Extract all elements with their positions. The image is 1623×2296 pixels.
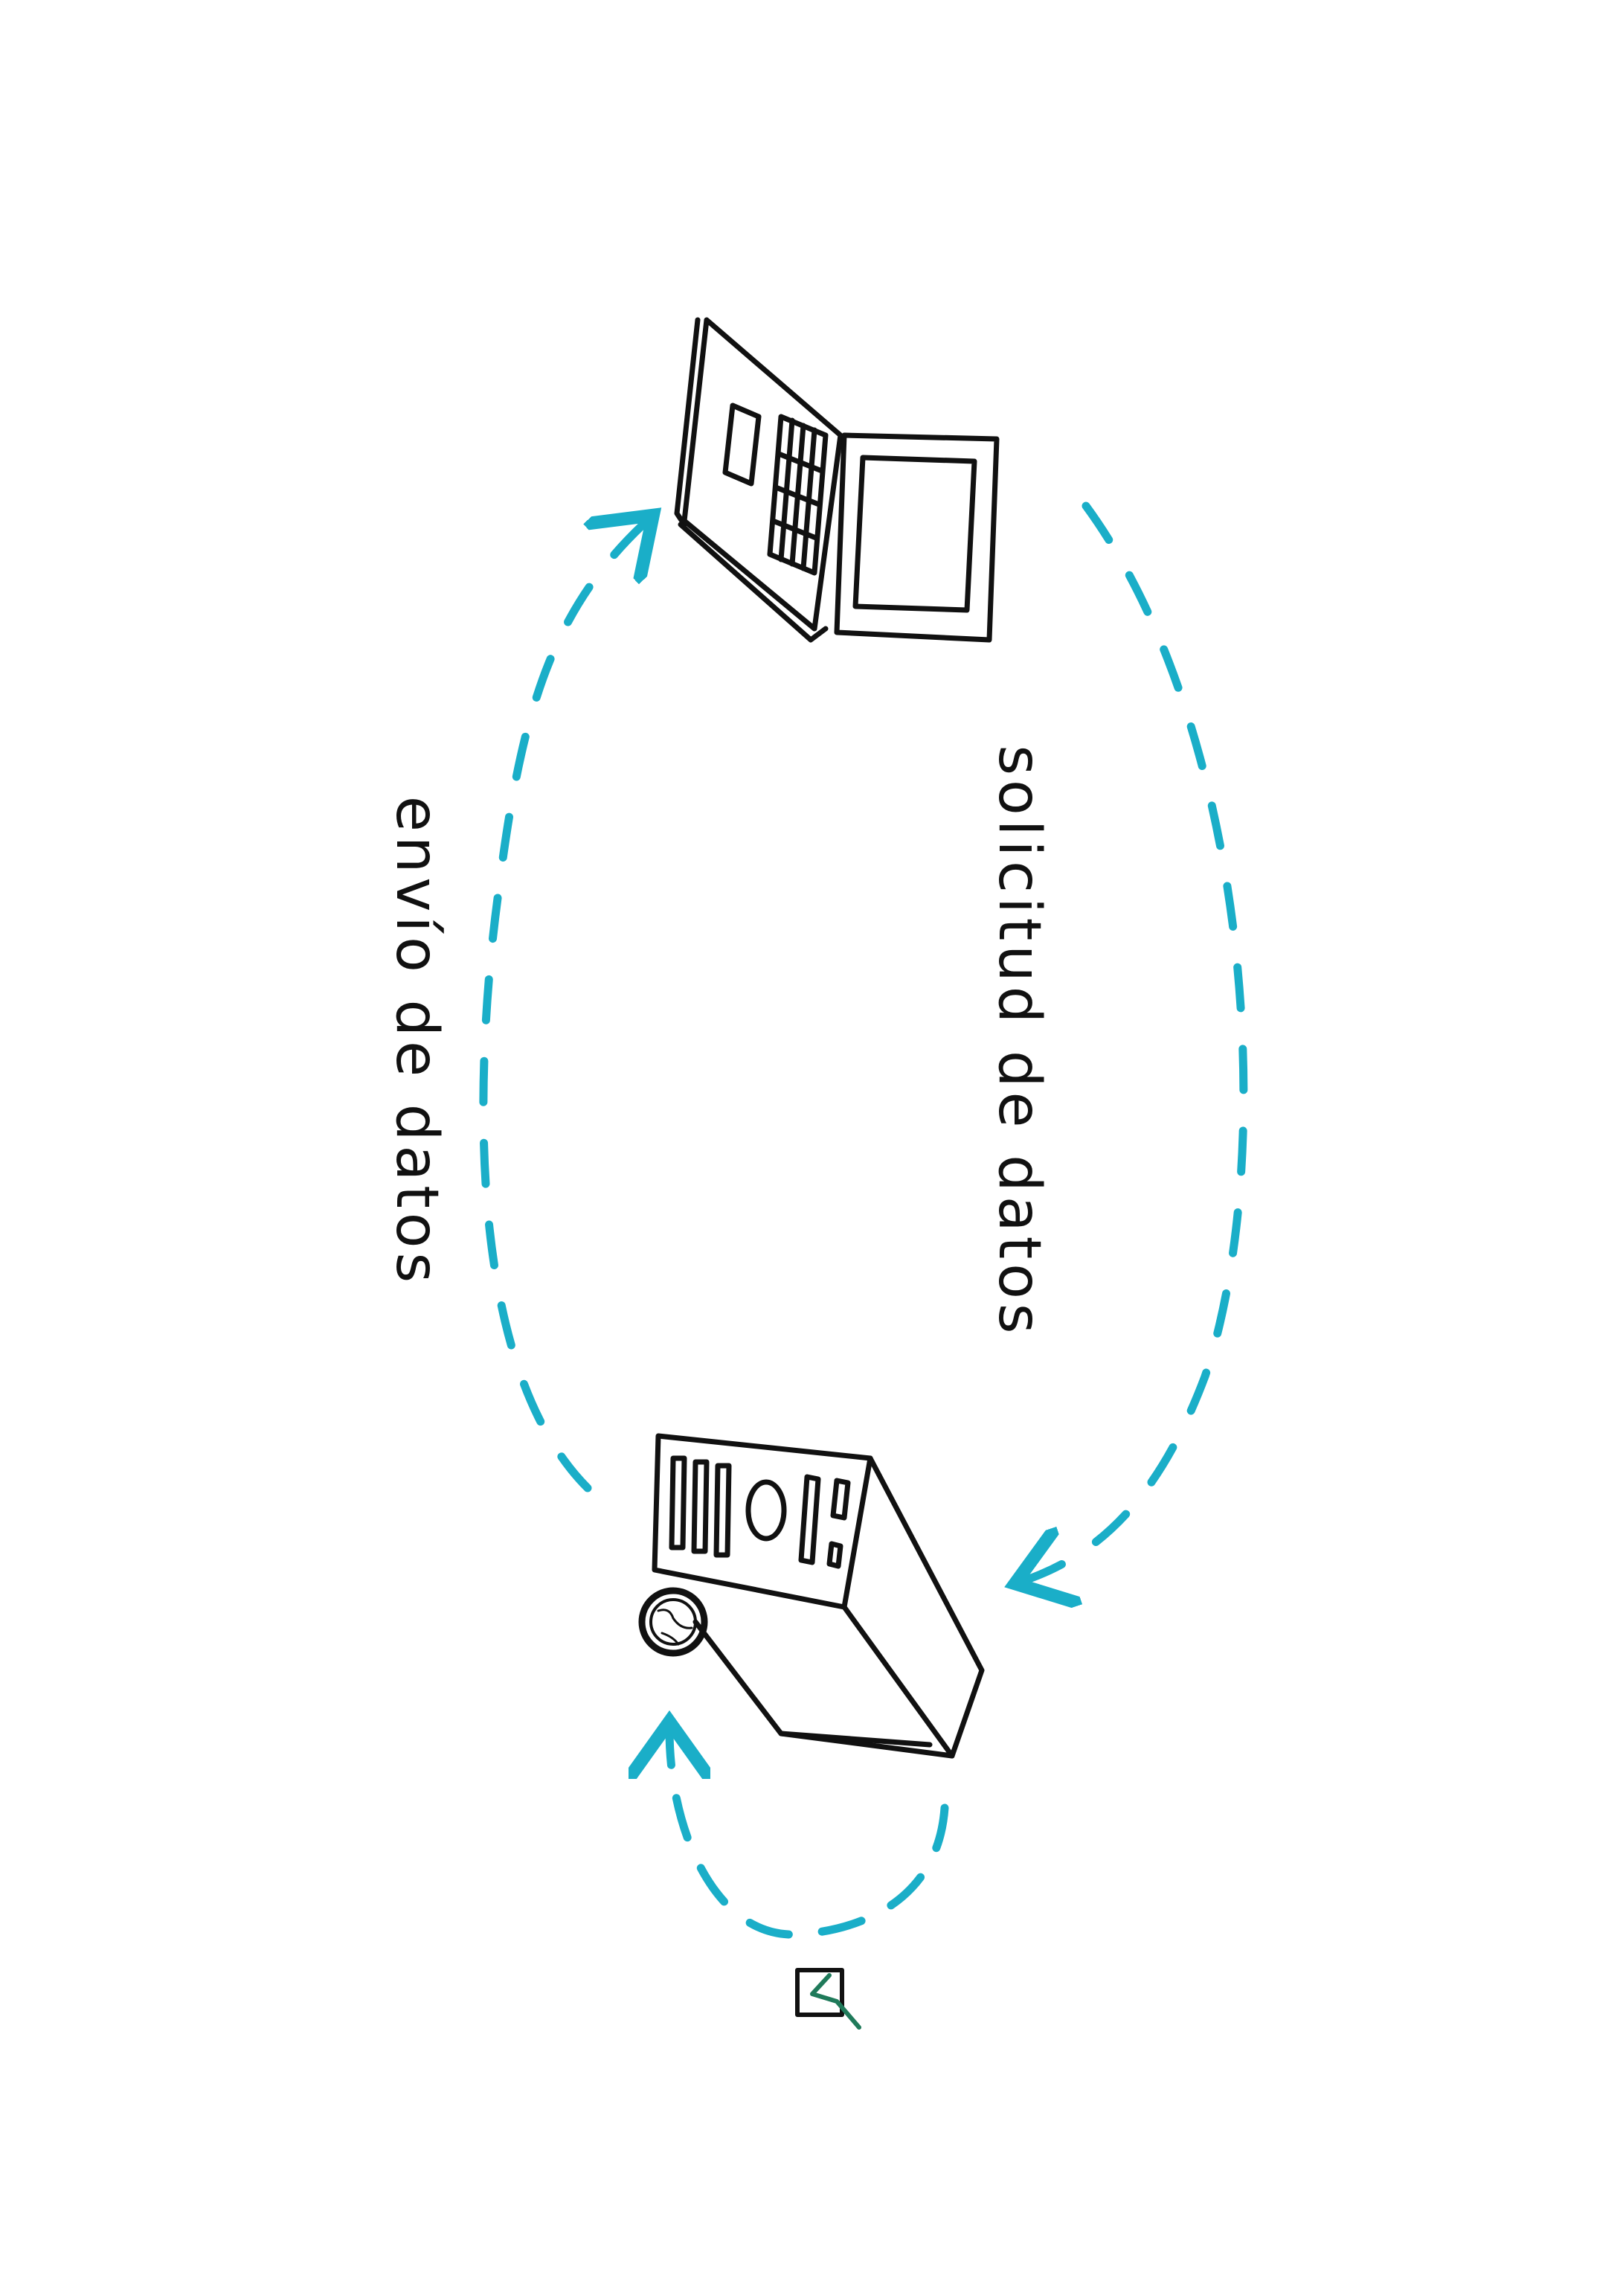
label-request: solicitud de datos [986, 745, 1052, 1338]
server-tower-icon [652, 1433, 985, 1759]
diagram-canvas [479, 317, 1248, 2030]
label-send: envío de datos [383, 795, 450, 1288]
arrow-send [479, 521, 647, 1492]
arrow-request [1023, 501, 1248, 1581]
flag-icon [795, 1968, 861, 2030]
laptop-icon [674, 317, 1000, 643]
globe-icon [638, 1587, 708, 1657]
arrow-loop [669, 1730, 949, 1939]
